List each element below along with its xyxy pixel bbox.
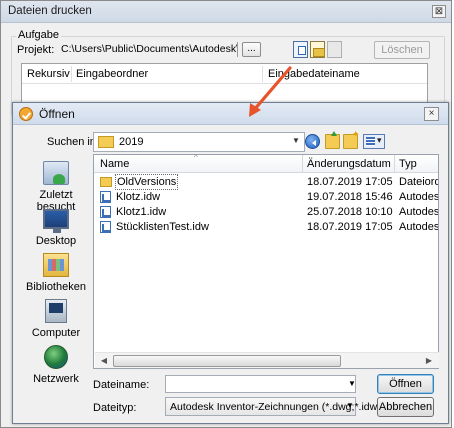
libraries-icon	[43, 253, 69, 277]
look-in-value: 2019	[119, 136, 144, 148]
browse-button[interactable]: ...	[242, 42, 261, 57]
place-label: Computer	[31, 327, 81, 339]
annotation-arrow	[249, 66, 292, 117]
filetype-label: Dateityp:	[93, 402, 137, 414]
close-icon[interactable]: ⊠	[432, 5, 446, 18]
file-list-header: ^ Name Änderungsdatum Typ	[94, 153, 438, 173]
filename-input[interactable]: ▼	[165, 375, 356, 393]
open-file-dialog: Öffnen × Suchen in: 2019 ▼ Zuletzt besuc…	[12, 102, 449, 424]
place-label: Desktop	[35, 235, 77, 247]
dialog-title: Öffnen	[39, 107, 75, 121]
file-name: Klotz.idw	[116, 191, 161, 203]
look-in-dropdown[interactable]: 2019 ▼	[93, 132, 305, 152]
network-icon	[44, 345, 68, 369]
file-row-oldversions[interactable]: OldVersions 18.07.2019 17:05 Dateiordn	[94, 174, 438, 190]
place-network[interactable]: Netzwerk	[21, 343, 91, 391]
open-button[interactable]: Öffnen	[377, 374, 434, 394]
place-computer[interactable]: Computer	[21, 297, 91, 345]
cancel-button[interactable]: Abbrechen	[377, 397, 434, 417]
back-arrow-icon[interactable]	[305, 134, 320, 149]
place-recent[interactable]: Zuletzt besucht	[21, 159, 91, 213]
new-folder-icon[interactable]	[343, 129, 360, 149]
file-row-klotz[interactable]: Klotz.idw 19.07.2018 15:46 Autodesk	[94, 190, 438, 204]
view-menu-icon[interactable]	[363, 134, 385, 149]
file-type: Dateiordn	[399, 176, 438, 188]
remove-entry-icon[interactable]	[327, 41, 342, 58]
place-libraries[interactable]: Bibliotheken	[21, 251, 91, 299]
task-table-header: Rekursiv Eingabeordner Eingabedateiname	[22, 64, 427, 84]
file-name: OldVersions	[114, 174, 179, 190]
sort-ascending-icon: ^	[194, 153, 198, 162]
idw-file-icon	[100, 206, 111, 218]
path-separator	[237, 42, 238, 57]
chevron-down-icon[interactable]: ▼	[292, 136, 300, 145]
chevron-down-icon[interactable]: ▼	[348, 379, 356, 388]
folder-icon	[100, 177, 112, 187]
file-type: Autodesk	[399, 191, 438, 203]
chevron-down-icon[interactable]: ▼	[346, 401, 354, 410]
add-folder-icon[interactable]	[310, 41, 325, 58]
filetype-dropdown[interactable]: Autodesk Inventor-Zeichnungen (*.dwg;*.i…	[165, 397, 381, 416]
column-header-type[interactable]: Typ	[399, 158, 417, 170]
file-name: Klotz1.idw	[116, 206, 167, 218]
file-row-stuecklistentest[interactable]: StücklistenTest.idw 18.07.2019 17:05 Aut…	[94, 220, 438, 234]
file-date: 25.07.2018 10:10	[307, 206, 393, 218]
project-label: Projekt:	[17, 44, 55, 56]
desktop-icon	[43, 209, 69, 233]
idw-file-icon	[100, 221, 111, 233]
look-in-label: Suchen in:	[47, 136, 99, 148]
idw-file-icon	[100, 191, 111, 203]
recent-places-icon	[43, 161, 69, 185]
file-date: 18.07.2019 17:05	[307, 176, 393, 188]
place-label: Netzwerk	[33, 373, 79, 385]
scrollbar-thumb[interactable]	[113, 355, 341, 367]
place-desktop[interactable]: Desktop	[21, 205, 91, 253]
app-icon	[19, 107, 33, 121]
column-divider[interactable]	[302, 155, 303, 173]
place-label: Bibliotheken	[26, 281, 86, 293]
computer-icon	[45, 299, 67, 323]
column-header-recursive[interactable]: Rekursiv	[27, 68, 70, 80]
column-header-modified[interactable]: Änderungsdatum	[307, 158, 391, 170]
file-type: Autodesk	[399, 221, 438, 233]
scroll-left-icon[interactable]: ◀	[96, 354, 112, 368]
file-name: StücklistenTest.idw	[116, 221, 209, 233]
file-type: Autodesk	[399, 206, 438, 218]
add-file-icon[interactable]	[293, 41, 308, 58]
project-path-field[interactable]: C:\Users\Public\Documents\Autodesk\Inven…	[59, 42, 237, 57]
delete-button[interactable]: Löschen	[374, 41, 430, 59]
up-folder-icon[interactable]	[325, 131, 340, 149]
window-title: Dateien drucken	[8, 5, 92, 17]
column-header-input-folder[interactable]: Eingabeordner	[76, 68, 148, 80]
file-date: 19.07.2018 15:46	[307, 191, 393, 203]
column-divider	[71, 66, 72, 82]
title-bar: Dateien drucken ⊠	[1, 1, 451, 23]
filename-label: Dateiname:	[93, 379, 150, 391]
group-label: Aufgabe	[16, 29, 61, 41]
file-row-klotz1[interactable]: Klotz1.idw 25.07.2018 10:10 Autodesk	[94, 205, 438, 219]
file-list[interactable]: ^ Name Änderungsdatum Typ OldVersions 18…	[93, 153, 439, 369]
horizontal-scrollbar[interactable]: ◀ ▶	[95, 352, 439, 368]
column-divider[interactable]	[394, 155, 395, 173]
dialog-title-bar: Öffnen ×	[13, 103, 448, 125]
places-bar: Zuletzt besucht Desktop Bibliotheken Com…	[21, 159, 91, 389]
folder-icon	[98, 136, 114, 148]
task-table[interactable]: Rekursiv Eingabeordner Eingabedateiname	[21, 63, 428, 105]
column-header-name[interactable]: Name	[100, 158, 129, 170]
scroll-right-icon[interactable]: ▶	[421, 354, 437, 368]
file-date: 18.07.2019 17:05	[307, 221, 393, 233]
close-icon[interactable]: ×	[424, 107, 439, 121]
